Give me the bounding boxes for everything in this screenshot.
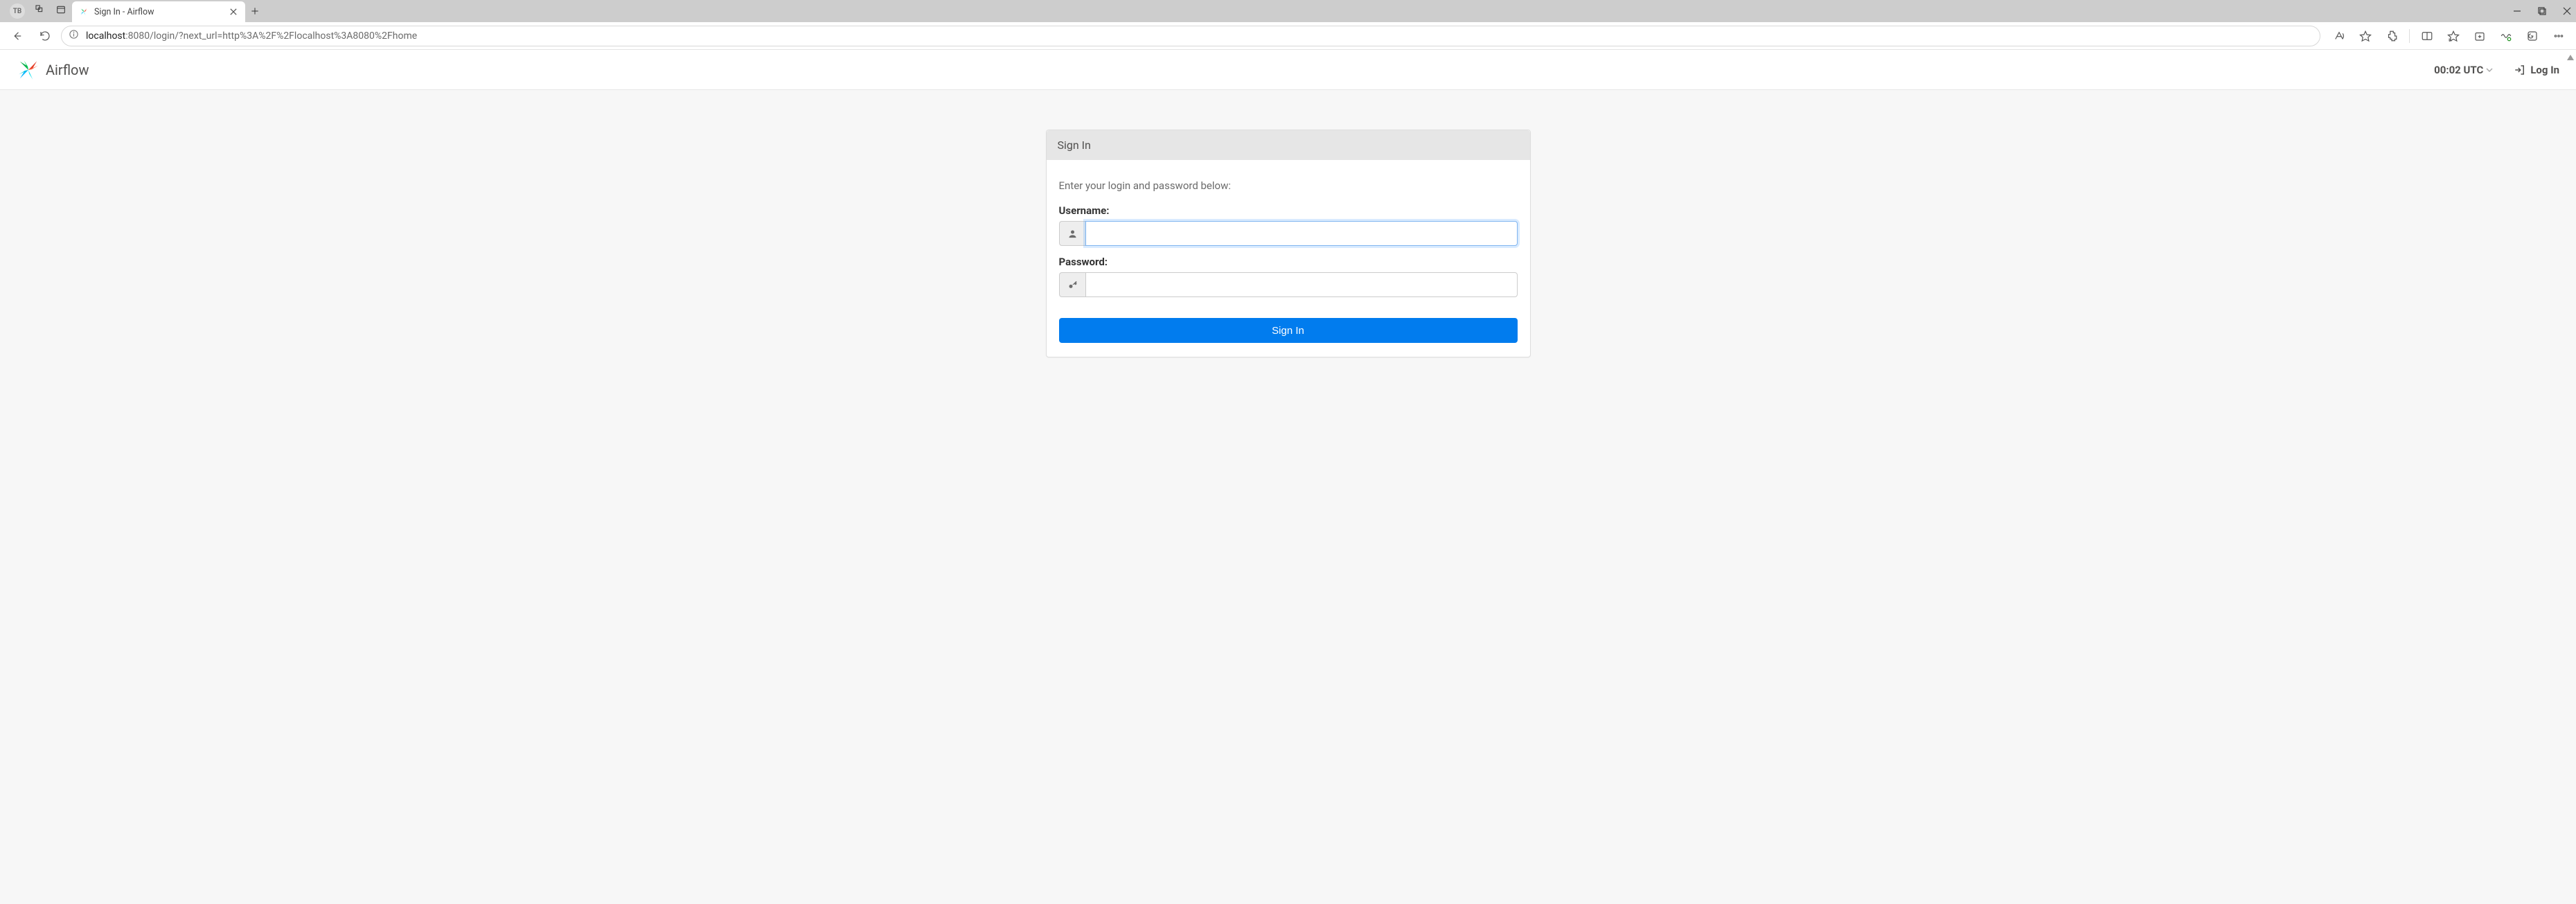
url-text: localhost:8080/login/?next_url=http%3A%2…	[86, 30, 417, 42]
browser-chrome: TB Sign In - Airflow	[0, 0, 2576, 50]
window-controls	[2512, 0, 2572, 22]
app-navbar: Airflow 00:02 UTC Log In	[0, 50, 2576, 90]
favorites-list-icon[interactable]	[2442, 24, 2465, 48]
tab-strip-left: TB	[4, 0, 72, 22]
favorite-star-icon[interactable]	[2354, 24, 2377, 48]
window-minimize-button[interactable]	[2512, 6, 2522, 16]
login-link-label: Log In	[2530, 64, 2559, 76]
split-screen-icon[interactable]	[2415, 24, 2439, 48]
tab-strip: TB Sign In - Airflow	[0, 0, 2576, 22]
panel-body: Enter your login and password below: Use…	[1047, 160, 1530, 357]
toolbar-separator	[2409, 29, 2410, 43]
signin-panel: Sign In Enter your login and password be…	[1046, 130, 1531, 357]
brand-link[interactable]: Airflow	[17, 58, 89, 82]
performance-icon[interactable]	[2494, 24, 2518, 48]
address-bar[interactable]: localhost:8080/login/?next_url=http%3A%2…	[61, 26, 2320, 46]
more-menu-icon[interactable]	[2547, 24, 2570, 48]
login-link[interactable]: Log In	[2514, 64, 2559, 76]
clock-dropdown[interactable]: 00:02 UTC	[2434, 64, 2493, 76]
toolbar-right-icons	[2325, 24, 2570, 48]
profile-badge[interactable]: TB	[10, 3, 25, 19]
airflow-logo-icon	[17, 58, 40, 82]
navbar-right: 00:02 UTC Log In	[2434, 64, 2559, 76]
password-label: Password:	[1059, 256, 1518, 268]
username-label: Username:	[1059, 204, 1518, 217]
new-tab-button[interactable]	[245, 0, 265, 22]
chevron-down-icon	[2486, 67, 2493, 73]
workspaces-icon[interactable]	[35, 4, 46, 18]
username-input[interactable]	[1085, 221, 1518, 246]
tab-title: Sign In - Airflow	[94, 7, 223, 17]
browser-tab-active[interactable]: Sign In - Airflow	[72, 1, 245, 22]
airflow-favicon	[79, 7, 89, 17]
user-icon	[1059, 221, 1085, 246]
nav-refresh-button[interactable]	[33, 24, 57, 48]
password-input[interactable]	[1085, 272, 1518, 297]
key-icon	[1059, 272, 1085, 297]
panel-title: Sign In	[1047, 130, 1530, 160]
extensions-icon[interactable]	[2380, 24, 2404, 48]
password-input-group	[1059, 272, 1518, 297]
browser-toolbar: localhost:8080/login/?next_url=http%3A%2…	[0, 22, 2576, 50]
nav-back-button[interactable]	[6, 24, 29, 48]
site-info-icon[interactable]	[69, 29, 79, 42]
ie-mode-icon[interactable]	[2521, 24, 2544, 48]
window-close-button[interactable]	[2562, 6, 2572, 16]
clock-text: 00:02 UTC	[2434, 64, 2483, 76]
read-aloud-icon[interactable]	[2327, 24, 2351, 48]
brand-text: Airflow	[46, 62, 89, 78]
tab-actions-icon[interactable]	[55, 4, 66, 18]
collections-icon[interactable]	[2468, 24, 2491, 48]
scrollbar-up-icon[interactable]	[2566, 51, 2575, 60]
username-input-group	[1059, 221, 1518, 246]
login-icon	[2514, 64, 2526, 76]
window-maximize-button[interactable]	[2537, 6, 2547, 16]
signin-button[interactable]: Sign In	[1059, 318, 1518, 343]
tab-close-button[interactable]	[229, 7, 238, 17]
content-area: Sign In Enter your login and password be…	[0, 90, 2576, 904]
page-viewport: Airflow 00:02 UTC Log In Sign In Enter y…	[0, 50, 2576, 904]
panel-hint: Enter your login and password below:	[1059, 179, 1518, 192]
